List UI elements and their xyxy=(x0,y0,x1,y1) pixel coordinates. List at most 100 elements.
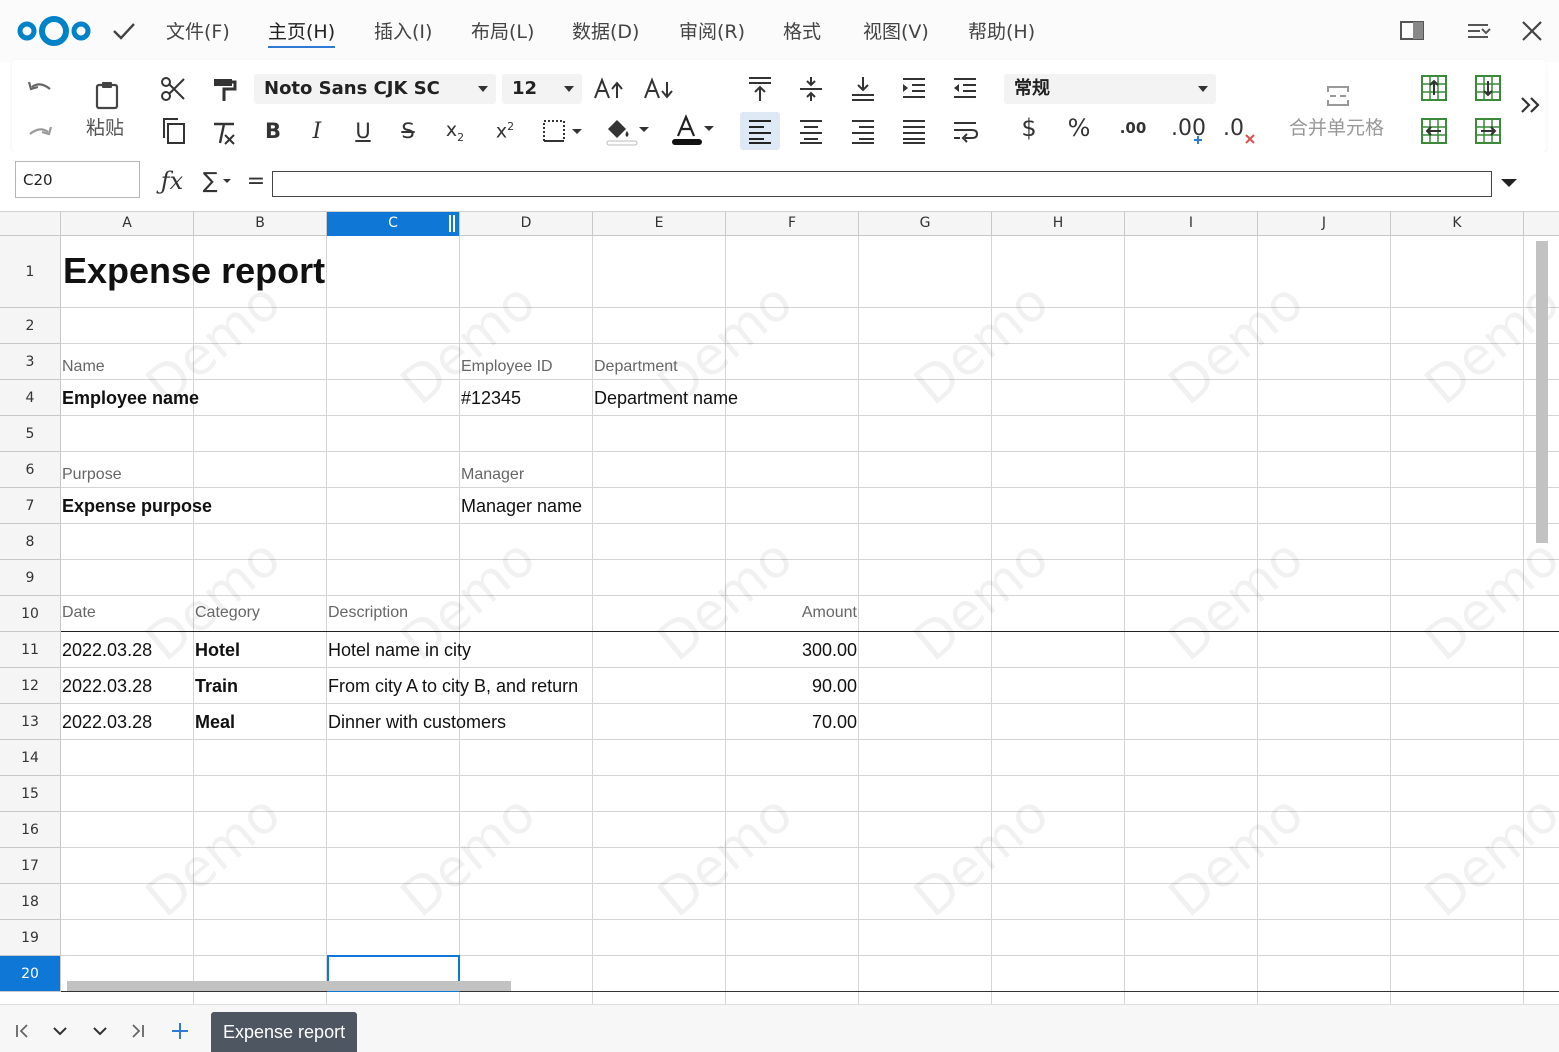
row-header[interactable]: 14 xyxy=(0,740,61,776)
sidebar-toggle-icon[interactable] xyxy=(1397,16,1427,46)
cut-button[interactable] xyxy=(157,73,189,105)
last-sheet-button[interactable] xyxy=(126,1019,150,1043)
checkmark-icon[interactable] xyxy=(110,17,138,45)
borders-button[interactable] xyxy=(540,116,584,146)
menu-help[interactable]: 帮助(H) xyxy=(968,19,1035,45)
sum-button[interactable]: ∑ xyxy=(198,166,238,196)
formula-input[interactable] xyxy=(272,171,1492,197)
increase-indent-button[interactable] xyxy=(898,74,930,104)
column-header[interactable]: H xyxy=(992,212,1125,236)
more-tools-button[interactable] xyxy=(1516,90,1546,120)
previous-sheet-button[interactable] xyxy=(48,1019,72,1043)
insert-columns-before-button[interactable] xyxy=(1418,115,1450,147)
font-size-select[interactable]: 12 xyxy=(502,74,582,104)
menu-file[interactable]: 文件(F) xyxy=(166,19,230,45)
menu-format[interactable]: 格式 xyxy=(783,19,821,45)
row-header[interactable]: 12 xyxy=(0,668,61,704)
fill-color-button[interactable] xyxy=(602,114,652,148)
column-header[interactable]: E xyxy=(593,212,726,236)
paste-label[interactable]: 粘贴 xyxy=(86,113,124,140)
align-middle-button[interactable] xyxy=(795,74,827,104)
row-header[interactable]: 3 xyxy=(0,344,61,380)
row-header[interactable]: 15 xyxy=(0,776,61,812)
remove-decimal-button[interactable]: .0 xyxy=(1220,108,1260,148)
row-header[interactable]: 5 xyxy=(0,416,61,452)
subscript-button[interactable]: x2 xyxy=(440,116,470,146)
column-header[interactable]: I xyxy=(1125,212,1258,236)
row-header[interactable]: 10 xyxy=(0,596,61,632)
shrink-font-button[interactable] xyxy=(642,74,676,104)
clear-formatting-button[interactable] xyxy=(208,117,240,149)
wrap-text-button[interactable] xyxy=(949,116,981,146)
row-header[interactable]: 11 xyxy=(0,632,61,668)
formula-equals-button[interactable]: = xyxy=(244,166,268,196)
column-header[interactable]: G xyxy=(859,212,992,236)
column-header[interactable]: F xyxy=(726,212,859,236)
sheet-tab-expense-report[interactable]: Expense report xyxy=(211,1012,358,1052)
row-header[interactable]: 13 xyxy=(0,704,61,740)
align-left-button[interactable] xyxy=(740,112,780,150)
menu-layout[interactable]: 布局(L) xyxy=(471,19,534,45)
justify-button[interactable] xyxy=(898,116,930,146)
decrease-indent-button[interactable] xyxy=(949,74,981,104)
add-sheet-button[interactable] xyxy=(168,1019,192,1043)
undo-button[interactable] xyxy=(24,75,56,105)
align-center-button[interactable] xyxy=(795,116,827,146)
number-format-select[interactable]: 常规 xyxy=(1004,74,1216,104)
align-bottom-button[interactable] xyxy=(847,74,879,104)
column-header[interactable]: B xyxy=(194,212,327,236)
row-header[interactable]: 19 xyxy=(0,920,61,956)
redo-button[interactable] xyxy=(24,116,56,146)
italic-button[interactable]: I xyxy=(304,116,330,146)
vertical-scrollbar[interactable] xyxy=(1536,241,1548,543)
percent-button[interactable]: % xyxy=(1064,112,1094,144)
column-header-selected[interactable]: C xyxy=(327,212,460,236)
row-header[interactable]: 6 xyxy=(0,452,61,488)
copy-button[interactable] xyxy=(157,115,189,147)
menu-view[interactable]: 视图(V) xyxy=(863,19,929,45)
row-header[interactable]: 1 xyxy=(0,236,61,308)
menu-data[interactable]: 数据(D) xyxy=(572,19,639,45)
function-wizard-button[interactable]: ƒx xyxy=(157,166,187,196)
first-sheet-button[interactable] xyxy=(10,1019,34,1043)
row-header[interactable]: 9 xyxy=(0,560,61,596)
row-header[interactable]: 17 xyxy=(0,848,61,884)
column-header[interactable]: K xyxy=(1391,212,1524,236)
align-top-button[interactable] xyxy=(744,74,776,104)
row-header[interactable]: 16 xyxy=(0,812,61,848)
merge-cells-label[interactable]: 合并单元格 xyxy=(1289,113,1384,140)
cell-name-box[interactable]: C20 xyxy=(15,161,140,198)
font-name-select[interactable]: Noto Sans CJK SC xyxy=(254,74,496,104)
row-header[interactable]: 8 xyxy=(0,524,61,560)
column-header[interactable]: A xyxy=(61,212,194,236)
row-header[interactable]: 4 xyxy=(0,380,61,416)
menu-home[interactable]: 主页(H) xyxy=(268,19,336,48)
grow-font-button[interactable] xyxy=(592,74,626,104)
align-right-button[interactable] xyxy=(847,116,879,146)
menu-review[interactable]: 审阅(R) xyxy=(679,19,745,45)
horizontal-scrollbar[interactable] xyxy=(67,981,511,991)
row-header[interactable]: 2 xyxy=(0,308,61,344)
row-header[interactable]: 7 xyxy=(0,488,61,524)
insert-rows-below-button[interactable] xyxy=(1472,72,1504,104)
font-color-button[interactable] xyxy=(668,114,716,148)
column-resize-handle-icon[interactable] xyxy=(449,215,455,232)
spreadsheet-grid[interactable]: A B C D E F G H I J K 1 2 3 4 5 6 7 8 9 … xyxy=(0,211,1559,1004)
bold-button[interactable]: B xyxy=(260,116,286,146)
select-all-corner[interactable] xyxy=(0,212,61,236)
format-painter-button[interactable] xyxy=(208,73,240,105)
collapse-toolbar-icon[interactable] xyxy=(1463,16,1493,46)
insert-columns-after-button[interactable] xyxy=(1472,115,1504,147)
underline-button[interactable]: U xyxy=(350,116,376,146)
menu-insert[interactable]: 插入(I) xyxy=(374,19,432,45)
column-header[interactable]: D xyxy=(460,212,593,236)
merge-cells-button[interactable] xyxy=(1324,82,1352,110)
column-header[interactable]: J xyxy=(1258,212,1391,236)
expand-formula-button[interactable] xyxy=(1496,170,1522,196)
superscript-button[interactable]: x2 xyxy=(490,116,520,146)
insert-rows-above-button[interactable] xyxy=(1418,72,1450,104)
row-header-selected[interactable]: 20 xyxy=(0,956,61,992)
nextcloud-logo-icon[interactable] xyxy=(16,14,92,48)
paste-button[interactable] xyxy=(87,78,127,112)
close-icon[interactable] xyxy=(1517,16,1547,46)
